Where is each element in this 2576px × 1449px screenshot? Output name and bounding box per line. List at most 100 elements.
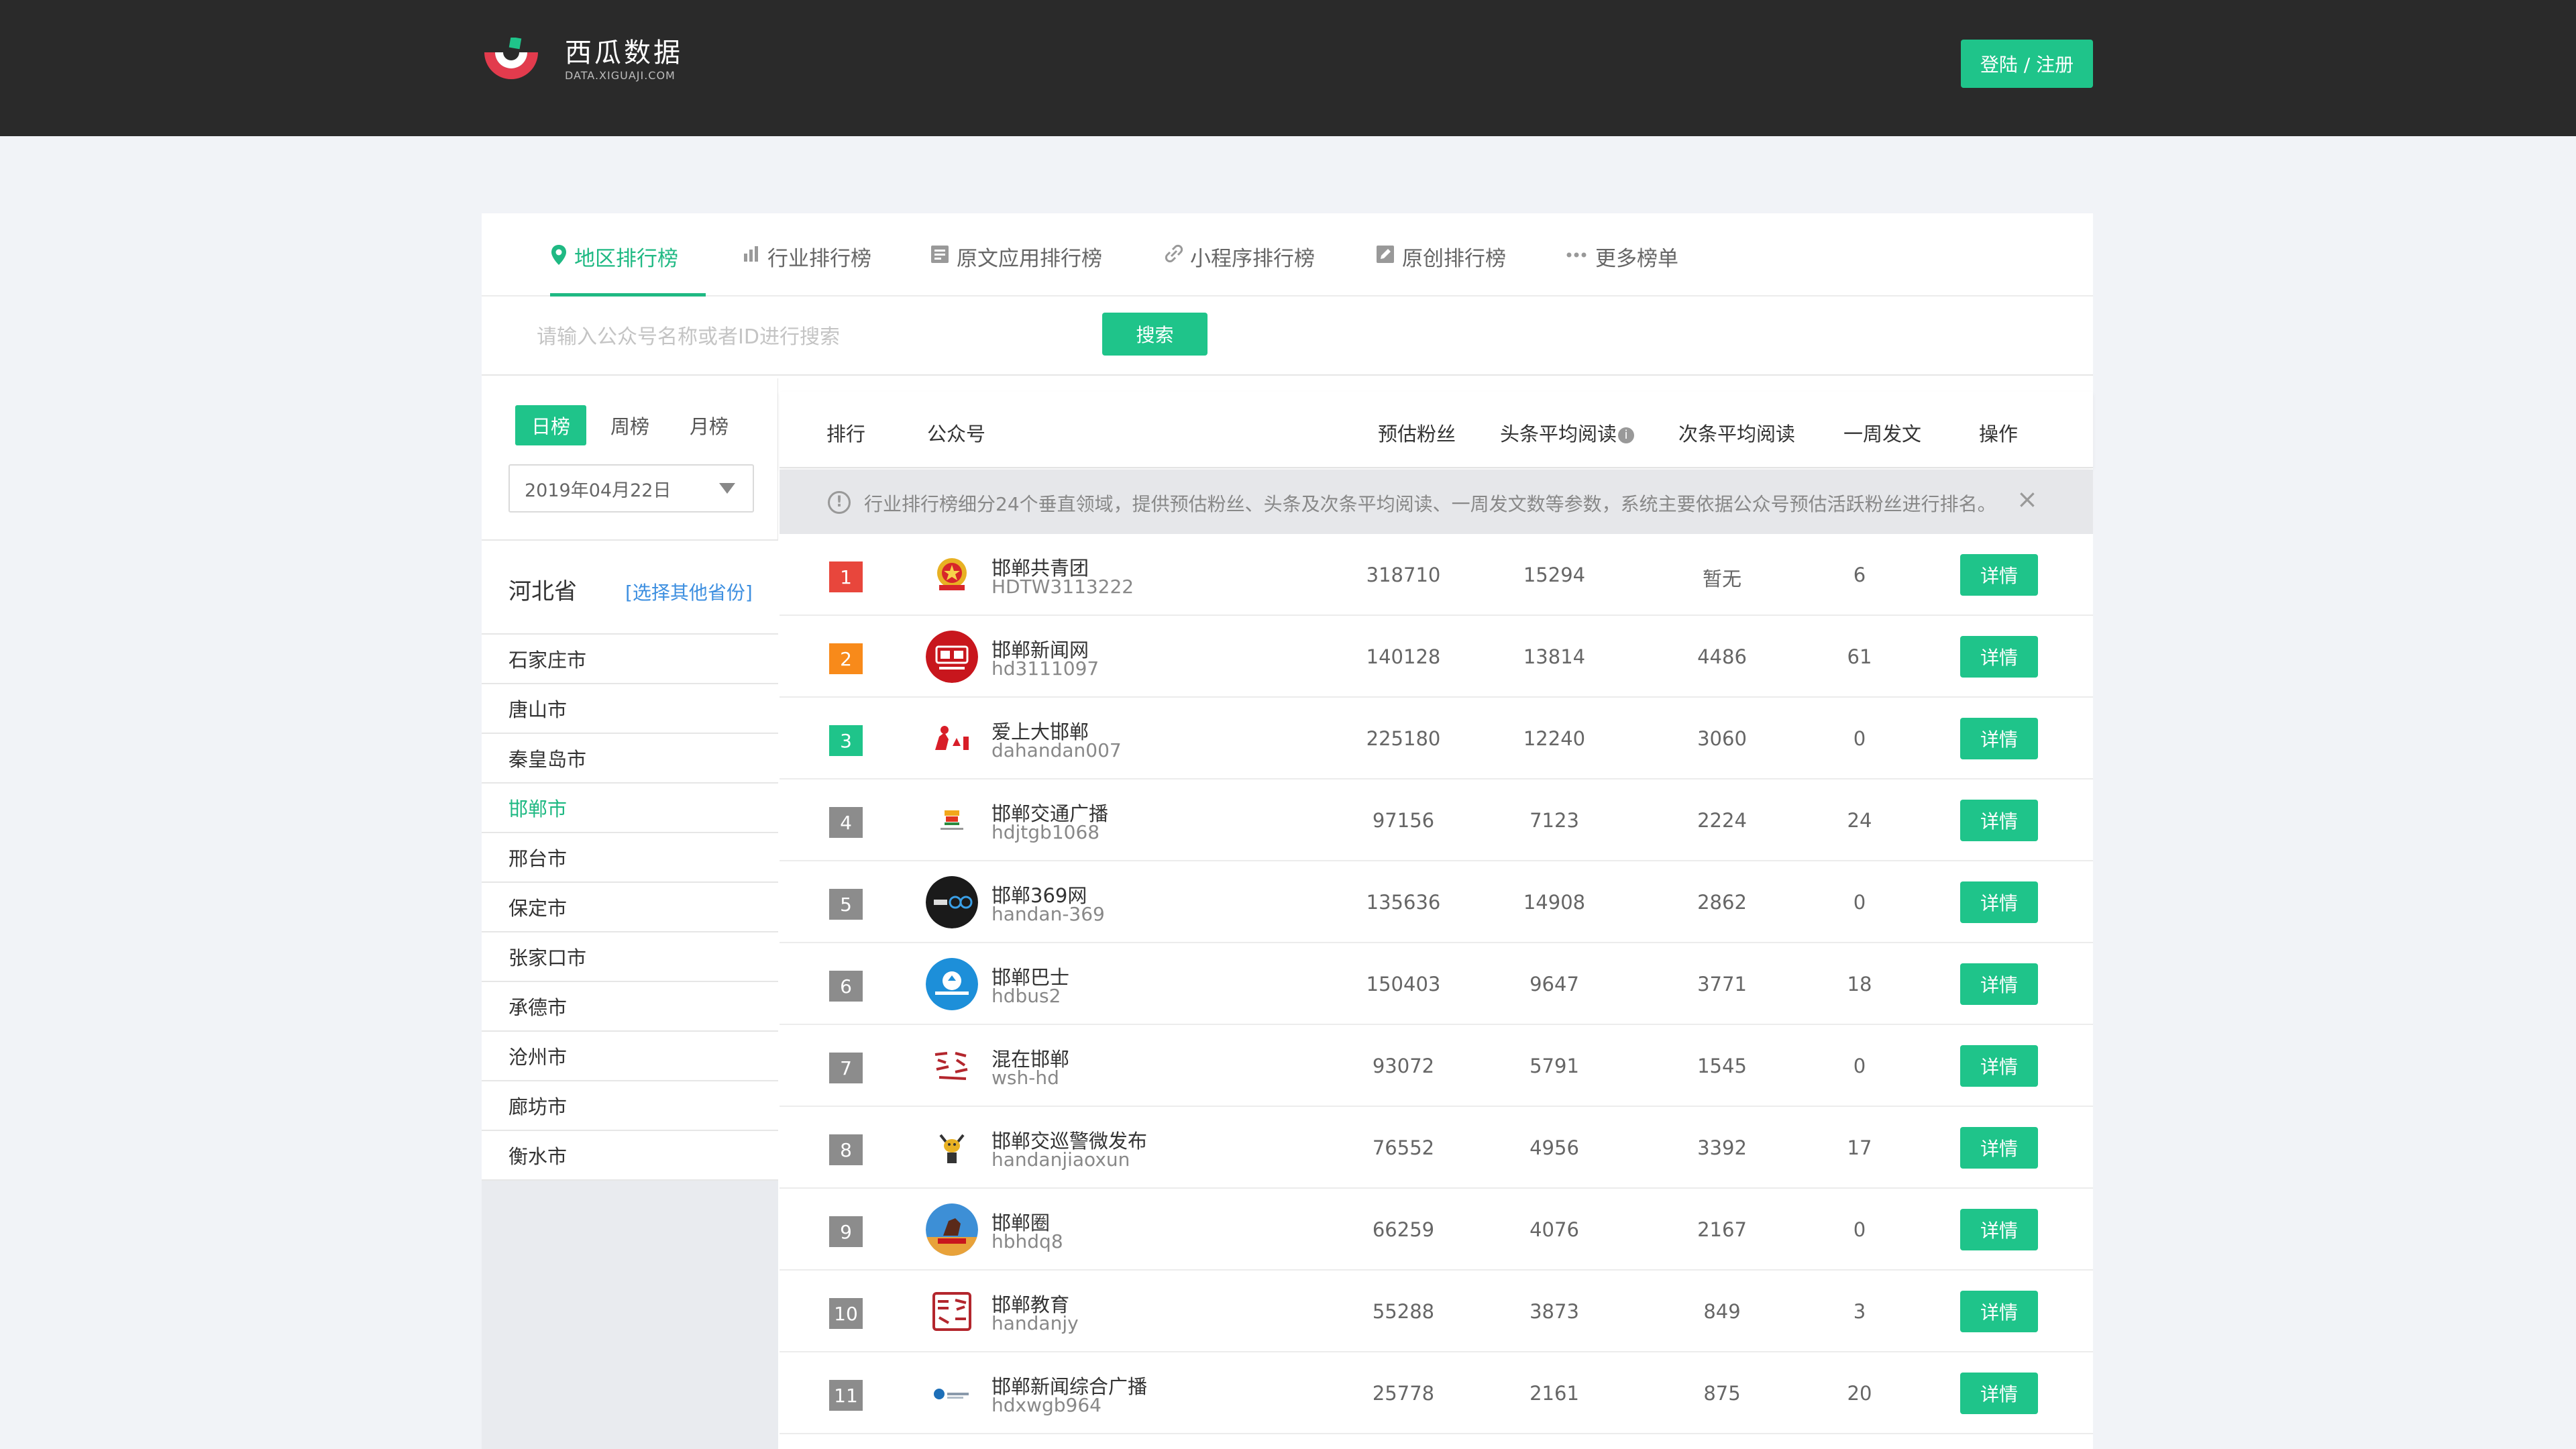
detail-button[interactable]: 详情 — [1960, 1291, 2038, 1332]
info-icon[interactable]: i — [1618, 427, 1635, 443]
love-handan-avatar[interactable] — [926, 712, 978, 765]
account-id: handan-369 — [991, 903, 1105, 925]
second-read-value: 1545 — [1697, 1055, 1747, 1077]
account-id: wsh-hd — [991, 1067, 1059, 1089]
city-item[interactable]: 廊坊市 — [482, 1081, 778, 1131]
fans-value: 66259 — [1372, 1218, 1435, 1241]
table-row: 10 邯郸教育 handanjy 55288 3873 849 3 详情 — [780, 1271, 2093, 1352]
detail-button[interactable]: 详情 — [1960, 636, 2038, 678]
tab-label: 地区排行榜 — [574, 247, 678, 271]
fans-value: 318710 — [1366, 564, 1441, 586]
city-item[interactable]: 衡水市 — [482, 1131, 778, 1181]
second-read-value: 3060 — [1697, 727, 1747, 750]
detail-button[interactable]: 详情 — [1960, 718, 2038, 759]
weekly-posts-value: 0 — [1853, 1055, 1866, 1077]
youth-league-emblem-avatar[interactable] — [926, 549, 978, 601]
location-pin-icon — [551, 245, 566, 265]
weekly-posts-value: 0 — [1853, 1218, 1866, 1241]
handan-369-avatar[interactable] — [926, 876, 978, 928]
second-read-value: 849 — [1703, 1300, 1741, 1323]
tab-industry-ranking[interactable]: 行业排行榜 — [742, 241, 871, 297]
city-list: 石家庄市 唐山市 秦皇岛市 邯郸市 邢台市 保定市 张家口市 承德市 沧州市 廊… — [482, 635, 778, 1181]
login-register-button[interactable]: 登陆 / 注册 — [1961, 40, 2093, 88]
period-monthly-button[interactable]: 月榜 — [674, 405, 745, 445]
detail-button[interactable]: 详情 — [1960, 1045, 2038, 1087]
document-icon — [931, 246, 949, 263]
handan-circle-avatar[interactable] — [926, 1203, 978, 1256]
table-row: 6 邯郸巴士 hdbus2 150403 9647 3771 18 详情 — [780, 943, 2093, 1025]
tab-more-lists[interactable]: 更多榜单 — [1566, 241, 1678, 297]
site-logo[interactable]: 西瓜数据 DATA.XIGUAJI.COM — [480, 38, 683, 83]
edit-icon — [1377, 246, 1394, 263]
head-read-value: 15294 — [1523, 564, 1586, 586]
table-row: 3 爱上大邯郸 dahandan007 225180 12240 3060 0 … — [780, 698, 2093, 780]
more-dots-icon — [1566, 252, 1587, 258]
handan-bus-avatar[interactable] — [926, 958, 978, 1010]
table-row: 4 邯郸交通广播 hdjtgb1068 97156 7123 2224 24 详… — [780, 780, 2093, 861]
col-second-read: 次条平均阅读 — [1678, 423, 1796, 445]
date-select[interactable]: 2019年04月22日 — [508, 464, 754, 513]
detail-button[interactable]: 详情 — [1960, 881, 2038, 923]
city-item[interactable]: 张家口市 — [482, 932, 778, 982]
head-read-value: 7123 — [1529, 809, 1579, 832]
weekly-posts-value: 24 — [1847, 809, 1872, 832]
detail-button[interactable]: 详情 — [1960, 1127, 2038, 1169]
city-item[interactable]: 保定市 — [482, 883, 778, 932]
sidebar: 日榜 周榜 月榜 2019年04月22日 河北省 [选择其他省份] 石家庄市 唐… — [482, 378, 778, 1449]
tab-label: 原文应用排行榜 — [957, 247, 1102, 271]
col-fans: 预估粉丝 — [1378, 423, 1456, 445]
second-read-value: 2862 — [1697, 891, 1747, 914]
fans-value: 97156 — [1372, 809, 1435, 832]
head-read-value: 4956 — [1529, 1136, 1579, 1159]
detail-button[interactable]: 详情 — [1960, 1373, 2038, 1414]
account-id: hbhdq8 — [991, 1230, 1063, 1252]
city-item[interactable]: 承德市 — [482, 982, 778, 1032]
table-row: 5 邯郸369网 handan-369 135636 14908 2862 0 … — [780, 861, 2093, 943]
ranking-table: 排行 公众号 预估粉丝 头条平均阅读 i 次条平均阅读 一周发文 操作 ! 行业排… — [780, 392, 2093, 1449]
city-item-active[interactable]: 邯郸市 — [482, 784, 778, 833]
chevron-down-icon — [719, 483, 735, 494]
traffic-police-avatar[interactable] — [926, 1122, 978, 1174]
change-province-link[interactable]: [选择其他省份] — [625, 578, 753, 605]
fans-value: 225180 — [1366, 727, 1441, 750]
logo-title: 西瓜数据 — [565, 38, 683, 68]
rank-badge: 5 — [829, 889, 863, 920]
notice-text: 行业排行榜细分24个垂直领域，提供预估粉丝、头条及次条平均阅读、一周发文数等参数… — [864, 493, 1996, 515]
col-head-read-label: 头条平均阅读 — [1500, 423, 1617, 445]
tab-miniprogram-ranking[interactable]: 小程序排行榜 — [1165, 241, 1315, 297]
city-item[interactable]: 石家庄市 — [482, 635, 778, 684]
handan-news-avatar[interactable] — [926, 631, 978, 683]
tab-region-ranking[interactable]: 地区排行榜 — [550, 241, 706, 297]
second-read-value: 4486 — [1697, 645, 1747, 668]
city-item[interactable]: 唐山市 — [482, 684, 778, 734]
calligraphy-avatar[interactable] — [926, 1040, 978, 1092]
col-account: 公众号 — [927, 423, 986, 445]
city-item[interactable]: 秦皇岛市 — [482, 734, 778, 784]
logo-text: 西瓜数据 DATA.XIGUAJI.COM — [565, 38, 683, 83]
news-radio-avatar[interactable] — [926, 1367, 978, 1419]
search-input[interactable] — [535, 318, 1072, 356]
rank-badge: 6 — [829, 971, 863, 1002]
handan-education-avatar[interactable] — [926, 1285, 978, 1338]
account-id: hdjtgb1068 — [991, 821, 1100, 843]
fans-value: 135636 — [1366, 891, 1441, 914]
rank-badge: 2 — [829, 643, 863, 674]
close-icon[interactable]: × — [2017, 484, 2038, 514]
province-name: 河北省 — [508, 578, 577, 605]
detail-button[interactable]: 详情 — [1960, 963, 2038, 1005]
search-button[interactable]: 搜索 — [1102, 313, 1208, 356]
period-daily-button[interactable]: 日榜 — [515, 405, 586, 445]
detail-button[interactable]: 详情 — [1960, 554, 2038, 596]
city-item[interactable]: 邢台市 — [482, 833, 778, 883]
head-read-value: 14908 — [1523, 891, 1586, 914]
detail-button[interactable]: 详情 — [1960, 1209, 2038, 1250]
fans-value: 76552 — [1372, 1136, 1435, 1159]
period-weekly-button[interactable]: 周榜 — [594, 405, 665, 445]
account-id: handanjiaoxun — [991, 1148, 1130, 1171]
notice-bar: ! 行业排行榜细分24个垂直领域，提供预估粉丝、头条及次条平均阅读、一周发文数等… — [780, 470, 2093, 534]
tab-original-ranking[interactable]: 原创排行榜 — [1375, 241, 1506, 297]
detail-button[interactable]: 详情 — [1960, 800, 2038, 841]
city-item[interactable]: 沧州市 — [482, 1032, 778, 1081]
tab-original-app-ranking[interactable]: 原文应用排行榜 — [930, 241, 1102, 297]
traffic-radio-avatar[interactable] — [926, 794, 978, 847]
